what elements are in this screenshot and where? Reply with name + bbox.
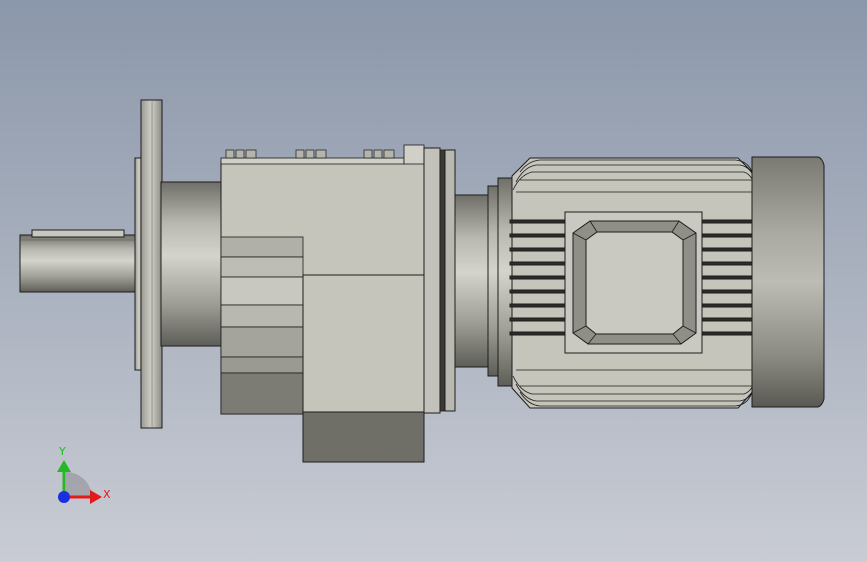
motor-body[interactable] <box>509 157 757 409</box>
bolt-slots <box>225 149 395 159</box>
shaft-key <box>31 229 125 238</box>
side-fins-right <box>701 219 753 336</box>
terminal-box[interactable] <box>564 211 703 354</box>
gearbox-foot <box>302 411 425 463</box>
gearbox-housing[interactable] <box>220 144 425 463</box>
output-shaft[interactable] <box>19 229 139 293</box>
y-axis-label: Y <box>58 445 66 458</box>
viewport-canvas[interactable]: Y X <box>0 0 867 562</box>
x-axis-label: X <box>103 488 111 501</box>
graphics-viewport[interactable]: Y X <box>0 0 867 562</box>
fan-cover[interactable] <box>751 156 825 408</box>
z-axis-dot <box>58 491 70 503</box>
side-fins-left <box>509 219 567 336</box>
